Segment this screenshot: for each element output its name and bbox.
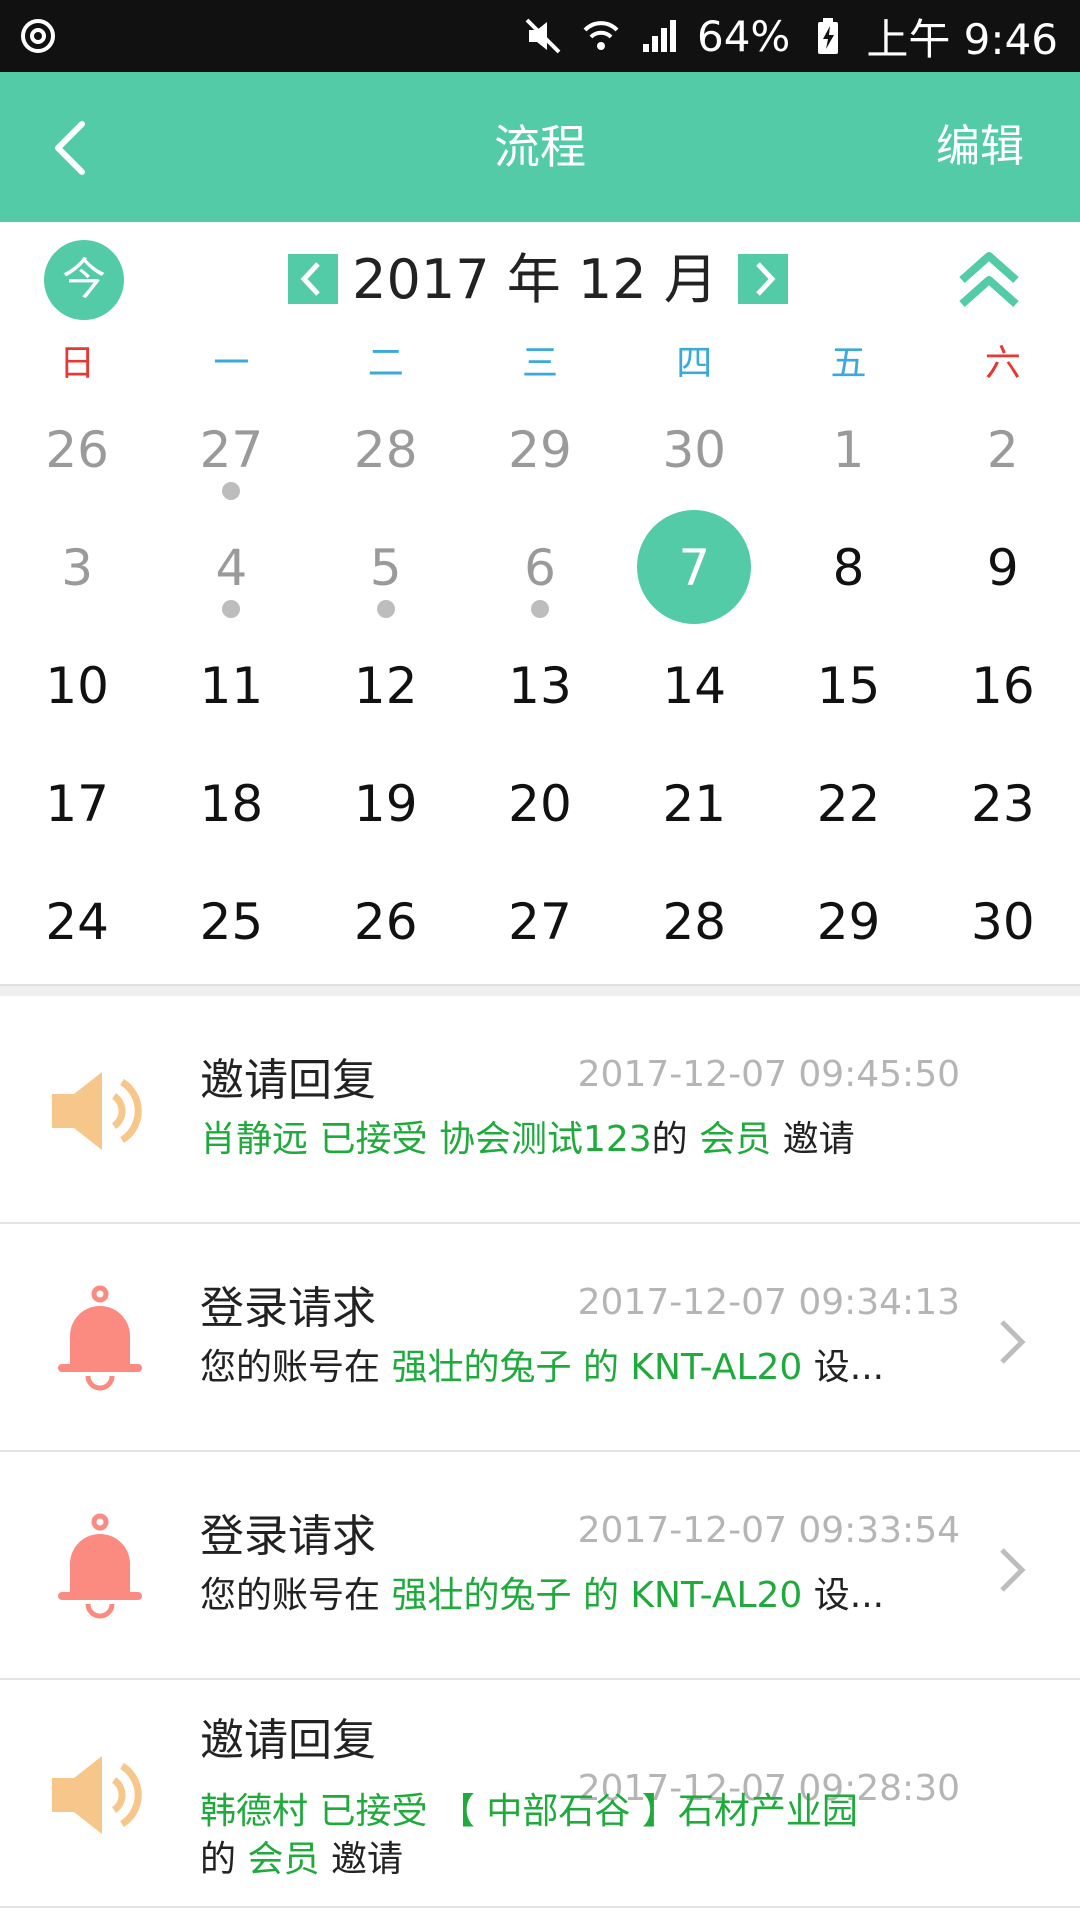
bell-icon bbox=[58, 1513, 142, 1619]
notification-item[interactable]: 登录请求 2017-12-07 09:34:13 您的账号在 强壮的兔子 的 K… bbox=[0, 1224, 1080, 1452]
notification-time: 2017-12-07 09:33:54 bbox=[577, 1510, 960, 1551]
sync-icon bbox=[21, 19, 55, 53]
day-cell[interactable]: 19 bbox=[309, 754, 463, 872]
weekday-fri: 五 bbox=[830, 343, 867, 384]
next-month-button[interactable] bbox=[738, 254, 788, 304]
chevron-right-icon bbox=[1000, 1320, 1026, 1364]
day-cell[interactable]: 11 bbox=[154, 636, 308, 754]
event-dot bbox=[222, 600, 241, 618]
notification-time: 2017-12-07 09:45:50 bbox=[577, 1054, 960, 1095]
day-cell[interactable]: 3 bbox=[0, 518, 154, 636]
day-cell[interactable]: 26 bbox=[0, 400, 154, 518]
notification-title: 邀请回复 bbox=[200, 1715, 376, 1766]
speaker-icon bbox=[52, 1756, 142, 1834]
month-title: 2017 年 12 月 bbox=[352, 248, 718, 311]
weekday-mon: 一 bbox=[213, 343, 250, 384]
today-button[interactable]: 今 bbox=[44, 240, 124, 320]
edit-button[interactable]: 编辑 bbox=[936, 72, 1024, 222]
collapse-calendar-icon[interactable] bbox=[954, 246, 1024, 316]
day-cell[interactable]: 16 bbox=[926, 636, 1080, 754]
speaker-icon bbox=[52, 1072, 142, 1150]
bell-icon bbox=[58, 1285, 142, 1391]
day-cell[interactable]: 13 bbox=[463, 636, 617, 754]
day-cell[interactable]: 1 bbox=[771, 400, 925, 518]
event-dot bbox=[530, 600, 549, 618]
week-row: 17 18 19 20 21 22 23 bbox=[0, 754, 1080, 872]
day-cell[interactable]: 28 bbox=[617, 872, 771, 990]
notification-list: 邀请回复 2017-12-07 09:45:50 肖静远 已接受 协会测试123… bbox=[0, 996, 1080, 1908]
day-cell[interactable]: 24 bbox=[0, 872, 154, 990]
day-cell[interactable]: 29 bbox=[771, 872, 925, 990]
weekday-wed: 三 bbox=[521, 343, 558, 384]
clock: 上午 9:46 bbox=[866, 14, 1058, 64]
day-cell-selected[interactable]: 7 bbox=[617, 510, 771, 636]
day-cell[interactable]: 5 bbox=[309, 518, 463, 636]
app-bar: 流程 编辑 bbox=[0, 72, 1080, 222]
day-cell[interactable]: 18 bbox=[154, 754, 308, 872]
calendar-header: 今 2017 年 12 月 bbox=[0, 222, 1080, 332]
section-divider bbox=[0, 984, 1080, 996]
battery-percent: 64% bbox=[696, 11, 791, 61]
weekday-sun: 日 bbox=[59, 343, 96, 384]
mute-icon bbox=[525, 18, 561, 54]
day-cell[interactable]: 29 bbox=[463, 400, 617, 518]
day-cell[interactable]: 27 bbox=[463, 872, 617, 990]
prev-month-button[interactable] bbox=[288, 254, 338, 304]
notification-item[interactable]: 邀请回复 2017-12-07 09:28:30 韩德村 已接受 【 中部石谷 … bbox=[0, 1680, 1080, 1908]
notification-desc: 韩德村 已接受 【 中部石谷 】石材产业园的 会员 邀请 bbox=[200, 1791, 858, 1880]
week-row: 24 25 26 27 28 29 30 bbox=[0, 872, 1080, 990]
day-cell[interactable]: 2 bbox=[926, 400, 1080, 518]
notification-title: 邀请回复 bbox=[200, 1055, 376, 1106]
day-cell[interactable]: 25 bbox=[154, 872, 308, 990]
week-row: 3 4 5 6 7 8 9 bbox=[0, 510, 1080, 636]
day-cell[interactable]: 28 bbox=[309, 400, 463, 518]
event-dot bbox=[222, 482, 241, 500]
notification-title: 登录请求 bbox=[200, 1283, 376, 1334]
day-cell[interactable]: 30 bbox=[926, 872, 1080, 990]
day-cell[interactable]: 22 bbox=[771, 754, 925, 872]
day-cell[interactable]: 6 bbox=[463, 518, 617, 636]
notification-desc: 您的账号在 强壮的兔子 的 KNT-AL20 设... bbox=[200, 1347, 885, 1388]
battery-charging-icon bbox=[818, 18, 839, 54]
chevron-right-icon bbox=[1000, 1548, 1026, 1592]
weekday-sat: 六 bbox=[984, 343, 1021, 384]
notification-desc: 肖静远 已接受 协会测试123的 会员 邀请 bbox=[200, 1119, 855, 1160]
notification-item[interactable]: 邀请回复 2017-12-07 09:45:50 肖静远 已接受 协会测试123… bbox=[0, 996, 1080, 1224]
notification-desc: 您的账号在 强壮的兔子 的 KNT-AL20 设... bbox=[200, 1575, 885, 1616]
status-bar: 64% 上午 9:46 bbox=[0, 0, 1080, 72]
day-cell[interactable]: 26 bbox=[309, 872, 463, 990]
day-cell[interactable]: 21 bbox=[617, 754, 771, 872]
signal-icon bbox=[642, 20, 676, 52]
day-cell[interactable]: 30 bbox=[617, 400, 771, 518]
day-cell[interactable]: 27 bbox=[154, 400, 308, 518]
weekday-header: 日 一 二 三 四 五 六 bbox=[0, 332, 1080, 396]
weekday-thu: 四 bbox=[676, 343, 713, 384]
notification-title: 登录请求 bbox=[200, 1511, 376, 1562]
week-row: 10 11 12 13 14 15 16 bbox=[0, 636, 1080, 754]
weekday-tue: 二 bbox=[367, 343, 404, 384]
notification-time: 2017-12-07 09:34:13 bbox=[577, 1282, 960, 1323]
wifi-icon bbox=[583, 21, 619, 50]
day-cell[interactable]: 23 bbox=[926, 754, 1080, 872]
day-cell[interactable]: 15 bbox=[771, 636, 925, 754]
day-cell[interactable]: 4 bbox=[154, 518, 308, 636]
day-cell[interactable]: 12 bbox=[309, 636, 463, 754]
notification-item[interactable]: 登录请求 2017-12-07 09:33:54 您的账号在 强壮的兔子 的 K… bbox=[0, 1452, 1080, 1680]
day-cell[interactable]: 17 bbox=[0, 754, 154, 872]
calendar-grid: 26 27 28 29 30 1 2 3 4 5 6 7 8 9 10 11 1… bbox=[0, 400, 1080, 985]
day-cell[interactable]: 20 bbox=[463, 754, 617, 872]
day-cell[interactable]: 8 bbox=[771, 518, 925, 636]
page-title: 流程 bbox=[494, 120, 586, 174]
day-cell[interactable]: 9 bbox=[926, 518, 1080, 636]
week-row: 26 27 28 29 30 1 2 bbox=[0, 400, 1080, 518]
day-cell[interactable]: 14 bbox=[617, 636, 771, 754]
day-cell[interactable]: 10 bbox=[0, 636, 154, 754]
event-dot bbox=[376, 600, 395, 618]
